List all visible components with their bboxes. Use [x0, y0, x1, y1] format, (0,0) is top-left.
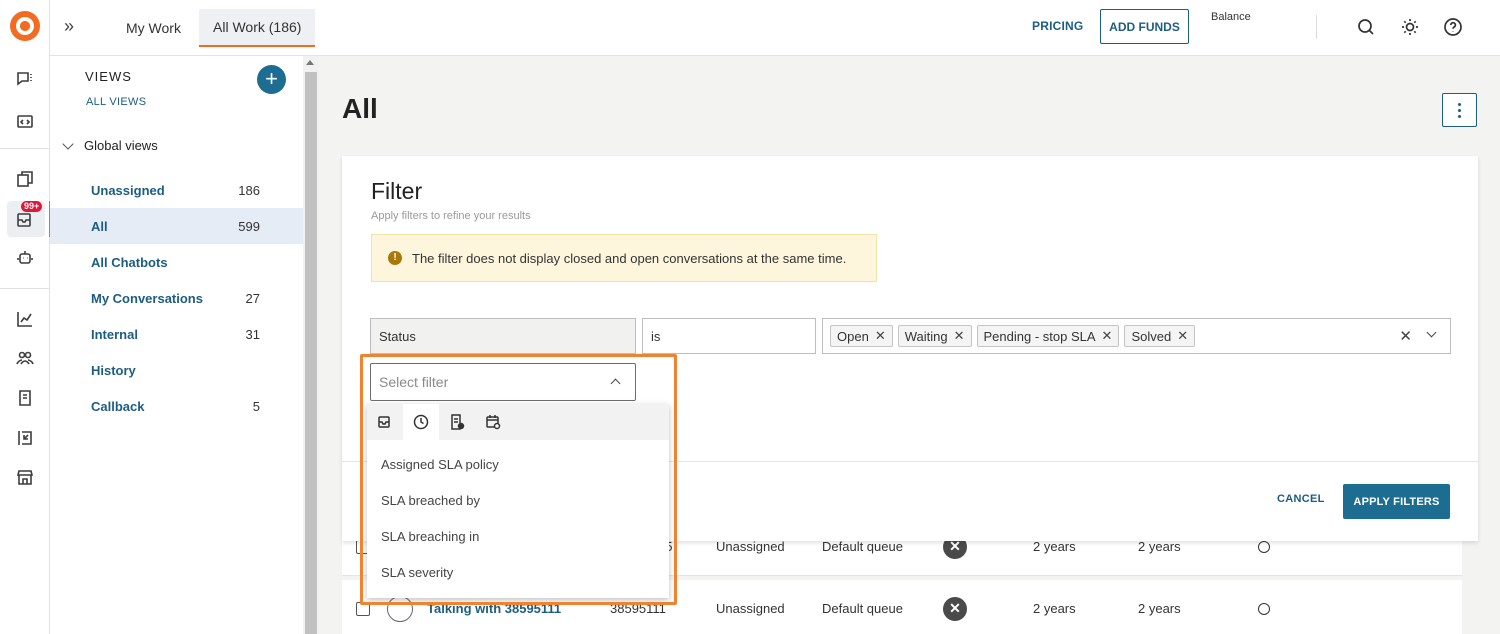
filter-field-select[interactable]: Status: [370, 318, 636, 354]
balance-label: Balance: [1211, 11, 1251, 23]
view-label: Callback: [91, 398, 145, 414]
value-chip: Pending - stop SLA ✕: [976, 325, 1120, 347]
chip-remove-icon[interactable]: ✕: [954, 328, 965, 344]
all-views-link[interactable]: ALL VIEWS: [86, 96, 146, 108]
view-label: All Chatbots: [91, 254, 168, 270]
filter-values-select[interactable]: Open ✕ Waiting ✕ Pending - stop SLA ✕ Solve…: [822, 318, 1451, 354]
copy-icon[interactable]: [13, 167, 37, 191]
more-options-button[interactable]: [1442, 93, 1477, 127]
filter-subtitle: Apply filters to refine your results: [371, 210, 531, 222]
status-circle-icon: [1258, 602, 1270, 615]
chip-label: Pending - stop SLA: [983, 328, 1096, 344]
people-icon[interactable]: [13, 346, 37, 370]
chip-remove-icon[interactable]: ✕: [875, 328, 886, 344]
conversations-icon[interactable]: [13, 67, 37, 91]
logo-icon[interactable]: [10, 11, 40, 41]
page-title: All: [342, 93, 378, 124]
export-icon[interactable]: [13, 426, 37, 450]
views-heading: VIEWS: [85, 69, 132, 84]
help-icon[interactable]: [1441, 15, 1465, 39]
row-age: 2 years: [1033, 601, 1076, 616]
notification-badge: 99+: [21, 201, 43, 212]
view-item-unassigned[interactable]: Unassigned 186: [50, 172, 303, 208]
store-icon[interactable]: [13, 465, 37, 489]
sidebar-scrollbar-thumb[interactable]: [305, 72, 317, 634]
top-bar: » My Work All Work (186) PRICING ADD FUN…: [50, 0, 1500, 56]
book-icon[interactable]: [13, 386, 37, 410]
chip-label: Open: [837, 328, 869, 344]
filter-title: Filter: [371, 178, 423, 204]
value-chip: Open ✕: [830, 325, 893, 347]
view-label: Unassigned: [91, 182, 165, 198]
view-item-history[interactable]: History: [50, 352, 303, 388]
theme-sun-icon[interactable]: [1398, 15, 1422, 39]
view-item-callback[interactable]: Callback 5: [50, 388, 303, 424]
view-item-internal[interactable]: Internal 31: [50, 316, 303, 352]
warning-icon: !: [388, 251, 402, 265]
pricing-link[interactable]: PRICING: [1032, 19, 1083, 33]
row-assignee: Unassigned: [716, 601, 785, 616]
chevron-down-icon: [62, 137, 74, 150]
add-view-button[interactable]: +: [257, 65, 286, 94]
view-count: 27: [245, 290, 260, 306]
chevron-down-icon[interactable]: [1426, 327, 1437, 338]
value-chip: Solved ✕: [1124, 325, 1196, 347]
search-icon[interactable]: [1354, 15, 1378, 39]
view-count: 186: [238, 182, 260, 198]
tab-all-work[interactable]: All Work (186): [199, 9, 316, 47]
apply-filters-button[interactable]: APPLY FILTERS: [1343, 484, 1450, 519]
code-icon[interactable]: [13, 109, 37, 133]
chip-remove-icon[interactable]: ✕: [1177, 328, 1188, 344]
chip-label: Waiting: [904, 328, 948, 344]
filter-notice: ! The filter does not display closed and…: [371, 234, 877, 282]
view-item-my-conversations[interactable]: My Conversations 27: [50, 280, 303, 316]
view-label: Internal: [91, 326, 138, 342]
view-count: 31: [245, 326, 260, 342]
highlight-outline: [360, 354, 677, 605]
view-item-all[interactable]: All 599: [50, 208, 303, 244]
analytics-icon[interactable]: [13, 307, 37, 331]
global-views-group[interactable]: Global views: [62, 137, 158, 153]
view-count: 599: [238, 218, 260, 234]
group-label: Global views: [84, 138, 158, 153]
view-count: 5: [252, 398, 260, 414]
clear-values-icon[interactable]: ✕: [1399, 327, 1412, 345]
notice-text: The filter does not display closed and o…: [412, 250, 847, 266]
left-rail: 99+: [0, 0, 51, 634]
status-circle-icon: [1258, 540, 1270, 553]
filter-operator-select[interactable]: is: [642, 318, 816, 354]
scroll-up-arrow-icon[interactable]: [306, 60, 314, 65]
add-funds-button[interactable]: ADD FUNDS: [1100, 9, 1189, 44]
row-updated: 2 years: [1138, 601, 1181, 616]
chip-remove-icon[interactable]: ✕: [1102, 328, 1113, 344]
bot-icon[interactable]: [13, 246, 37, 270]
view-label: My Conversations: [91, 290, 203, 306]
views-sidebar: VIEWS ALL VIEWS + Global views Unassigne…: [50, 56, 303, 634]
view-label: All: [91, 218, 108, 234]
cancel-button[interactable]: CANCEL: [1277, 493, 1325, 505]
row-queue: Default queue: [822, 601, 903, 616]
close-status-icon[interactable]: ✕: [943, 596, 967, 621]
chip-label: Solved: [1131, 328, 1172, 344]
tab-my-work[interactable]: My Work: [112, 9, 195, 47]
view-item-all-chatbots[interactable]: All Chatbots: [50, 244, 303, 280]
view-label: History: [91, 362, 136, 378]
value-chip: Waiting ✕: [897, 325, 972, 347]
expand-icon[interactable]: »: [64, 16, 74, 37]
